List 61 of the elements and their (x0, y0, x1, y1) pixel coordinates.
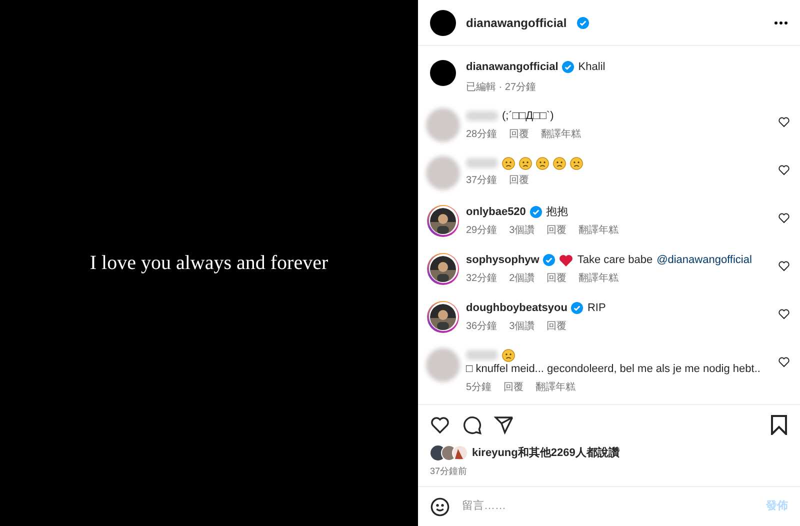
avatar[interactable] (430, 60, 456, 86)
sad-face-emoji-icon (502, 156, 515, 170)
comment-time: 5分鐘 (466, 380, 492, 394)
comment-action[interactable]: 回覆 (504, 380, 524, 394)
sad-face-emoji-icon (536, 156, 549, 170)
liker-avatars-drawing (430, 445, 468, 462)
comment-text: (;´□□Д□□`) (502, 108, 554, 124)
like-heart-icon[interactable] (778, 164, 790, 176)
likes-text[interactable]: kireyung和其他2269人都說讚 (472, 445, 620, 462)
comment-text: RIP (587, 300, 606, 316)
blurred-username (466, 158, 498, 168)
sad-face-emoji-icon (553, 156, 566, 170)
blurred-username (466, 350, 498, 360)
comment-text: □ knuffel meid... gecondoleerd, bel me als je me nodig hebt.. (466, 362, 760, 376)
like-heart-icon[interactable] (778, 356, 790, 368)
comment-time: 32分鐘 (466, 272, 498, 286)
like-heart-icon[interactable] (778, 260, 790, 272)
comment-input-field[interactable]: 留言…… (462, 498, 754, 515)
comment-action[interactable]: 3個讚 (509, 222, 535, 238)
caption-text: Khalil (578, 60, 606, 75)
comment-action[interactable]: 2個讚 (509, 270, 535, 286)
comment-text: 抱抱 (546, 204, 568, 220)
heart-emoji-icon (559, 254, 574, 266)
username[interactable]: dianawangofficial (466, 59, 558, 76)
sad-face-emoji-icon (519, 156, 532, 170)
comment-action[interactable]: 翻譯年糕 (578, 222, 619, 238)
bookmark-icon[interactable] (770, 415, 788, 435)
comment-icon[interactable] (462, 415, 482, 435)
avatar[interactable] (430, 10, 456, 36)
comment-action[interactable]: 翻譯年糕 (541, 126, 582, 142)
comment-action[interactable]: 回覆 (546, 318, 567, 334)
username[interactable]: onlybae520 (466, 204, 526, 220)
more-options-icon[interactable] (774, 20, 788, 24)
comment-time: 36分鐘 (466, 320, 498, 334)
comment-action[interactable]: 翻譯年糕 (536, 380, 576, 394)
blurred-username (466, 111, 498, 121)
comment-action[interactable]: 翻譯年糕 (578, 270, 619, 286)
post-time: 37分鐘前 (430, 464, 468, 478)
mention-link[interactable]: @dianawangofficial (656, 252, 752, 268)
share-icon[interactable] (494, 415, 514, 435)
like-heart-icon[interactable] (778, 308, 790, 320)
caption-meta: 已編輯 · 27分鐘 (466, 80, 538, 94)
comment-action[interactable]: 回覆 (546, 270, 567, 286)
comment-time: 37分鐘 (466, 174, 498, 188)
sad-face-emoji-icon (570, 156, 583, 170)
comment-action[interactable]: 3個讚 (509, 318, 535, 334)
username[interactable]: doughboybeatsyou (466, 300, 568, 316)
emoji-icon[interactable] (430, 496, 450, 516)
comment-action[interactable]: 回覆 (509, 172, 530, 188)
comment-action[interactable]: 回覆 (509, 126, 530, 142)
username[interactable]: dianawangofficial (466, 14, 567, 32)
comment-time: 29分鐘 (466, 224, 498, 238)
username[interactable]: sophysophyw (466, 252, 540, 268)
media-caption: I love you always and forever (90, 251, 328, 276)
like-icon[interactable] (430, 415, 450, 435)
sad-face-emoji-icon (502, 348, 515, 362)
comment-text: Take care babe (577, 252, 653, 268)
comment-time: 28分鐘 (466, 128, 498, 142)
like-heart-icon[interactable] (778, 212, 790, 224)
like-heart-icon[interactable] (778, 116, 790, 128)
comment-action[interactable]: 回覆 (546, 222, 567, 238)
